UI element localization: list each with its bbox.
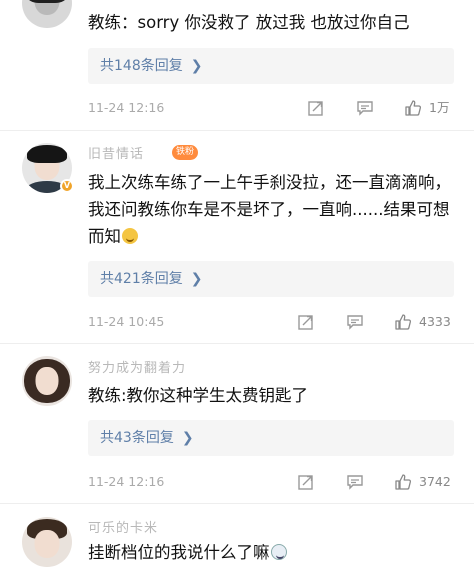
- comment-icon[interactable]: [346, 473, 364, 491]
- comment-meta: 11-24 12:16 3742: [88, 472, 454, 492]
- replies-link[interactable]: 共148条回复 ❯: [88, 48, 454, 84]
- timestamp: 11-24 10:45: [88, 314, 165, 329]
- like-count: 3742: [419, 474, 451, 489]
- chevron-right-icon: ❯: [190, 271, 203, 287]
- comment-meta: 11-24 12:16 1万: [88, 98, 454, 118]
- username[interactable]: 努力成为翻着力: [88, 357, 186, 376]
- replies-count: 共43条回复: [100, 430, 174, 446]
- replies-count: 共148条回复: [100, 58, 183, 74]
- comment-text: 教练:教你这种学生太费钥匙了: [88, 386, 309, 405]
- repost-icon[interactable]: [307, 99, 325, 117]
- emoji-icon: [122, 228, 138, 244]
- thumbs-up-icon[interactable]: [394, 473, 412, 491]
- replies-link[interactable]: 共421条回复 ❯: [88, 261, 454, 297]
- avatar[interactable]: [22, 0, 72, 28]
- like-count: 1万: [429, 100, 450, 115]
- avatar[interactable]: [22, 356, 72, 406]
- comment-icon[interactable]: [356, 99, 374, 117]
- comment-meta: 11-24 10:45 4333: [88, 312, 454, 332]
- comment-text-body: 挂断档位的我说什么了嘛: [88, 543, 270, 562]
- verified-badge-icon: V: [60, 179, 74, 193]
- repost-icon[interactable]: [297, 313, 315, 331]
- timestamp: 11-24 12:16: [88, 100, 165, 115]
- divider: [0, 130, 474, 131]
- comment-text-body: 我上次练车练了一上午手刹没拉，还一直滴滴响，我还问教练你车是不是坏了，一直响..…: [88, 173, 451, 246]
- emoji-icon: [270, 544, 287, 560]
- thumbs-up-icon[interactable]: [394, 313, 412, 331]
- thumbs-up-icon[interactable]: [404, 99, 422, 117]
- divider: [0, 343, 474, 344]
- divider: [0, 503, 474, 504]
- username[interactable]: 旧昔情话: [88, 143, 144, 162]
- chevron-right-icon: ❯: [190, 58, 203, 74]
- comment-text: 我上次练车练了一上午手刹没拉，还一直滴滴响，我还问教练你车是不是坏了，一直响..…: [88, 169, 454, 250]
- comment-icon[interactable]: [346, 313, 364, 331]
- comment-text: 教练：sorry 你没救了 放过我 也放过你自己: [88, 13, 410, 32]
- like-count: 4333: [419, 314, 451, 329]
- fan-badge: 铁粉: [172, 145, 199, 160]
- comment-text: 挂断档位的我说什么了嘛: [88, 539, 454, 566]
- repost-icon[interactable]: [297, 473, 315, 491]
- chevron-right-icon: ❯: [181, 430, 194, 446]
- replies-count: 共421条回复: [100, 271, 183, 287]
- replies-link[interactable]: 共43条回复 ❯: [88, 420, 454, 456]
- timestamp: 11-24 12:16: [88, 474, 165, 489]
- avatar[interactable]: [22, 517, 72, 567]
- username[interactable]: 可乐的卡米: [88, 517, 158, 536]
